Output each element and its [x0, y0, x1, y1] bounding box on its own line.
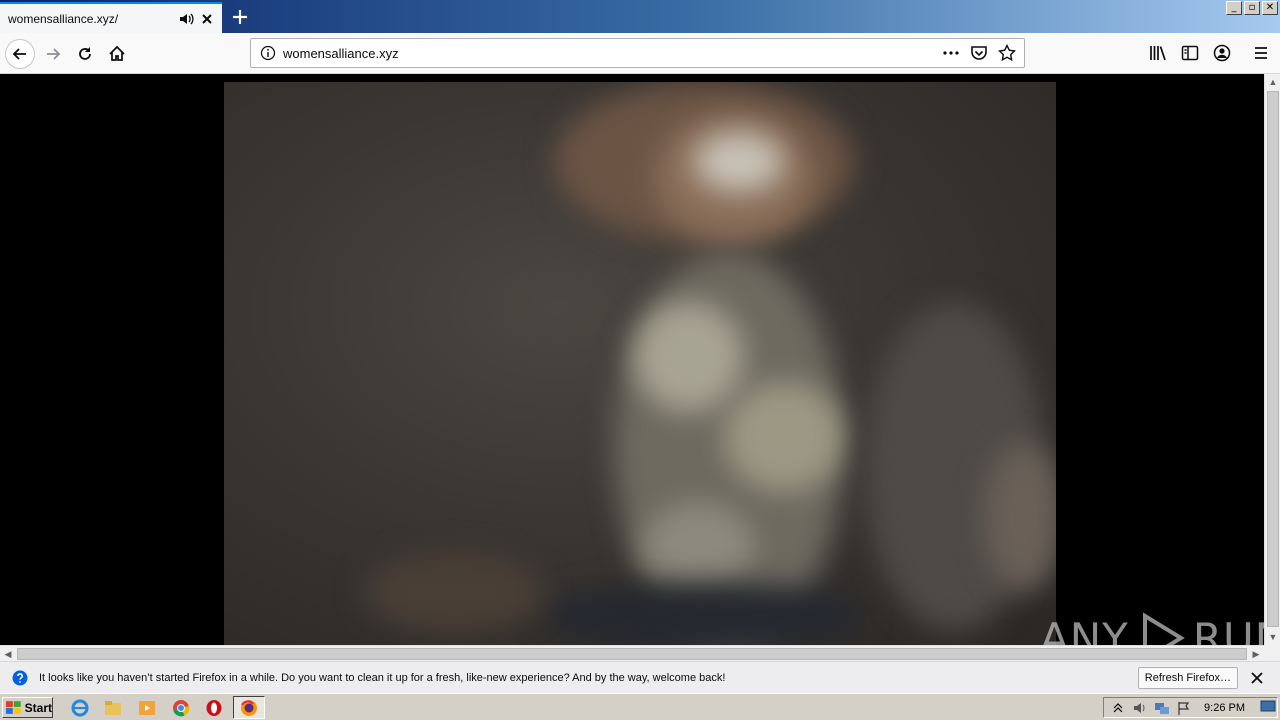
opera-icon[interactable] — [204, 698, 224, 718]
scroll-up-arrow-icon[interactable]: ▲ — [1265, 74, 1280, 90]
notification-bar: It looks like you haven’t started Firefo… — [0, 661, 1280, 693]
close-icon[interactable] — [1250, 671, 1264, 685]
maximize-button[interactable]: ▫ — [1244, 1, 1260, 15]
info-icon[interactable] — [260, 45, 276, 61]
nav-toolbar: womensalliance.xyz — [0, 33, 1280, 74]
reload-button[interactable] — [70, 39, 100, 69]
scroll-left-arrow-icon[interactable]: ◀ — [0, 646, 16, 662]
vertical-scrollbar[interactable]: ▲ ▼ — [1264, 74, 1280, 645]
sidebar-icon[interactable] — [1181, 44, 1199, 62]
media-player-icon[interactable] — [137, 698, 157, 718]
hamburger-menu-icon[interactable] — [1252, 44, 1270, 62]
windows-logo-icon — [6, 700, 21, 714]
url-text[interactable]: womensalliance.xyz — [283, 46, 942, 61]
horizontal-scrollbar[interactable]: ◀ ▶ — [0, 645, 1264, 661]
tab-strip: womensalliance.xyz/ _ ▫ ✕ — [0, 0, 1280, 33]
window-close-button[interactable]: ✕ — [1262, 1, 1278, 15]
audio-icon[interactable] — [178, 11, 194, 27]
horizontal-scroll-thumb[interactable] — [17, 648, 1247, 660]
chrome-icon[interactable] — [171, 698, 191, 718]
bookmark-star-icon[interactable] — [998, 44, 1016, 62]
network-icon[interactable] — [1154, 700, 1170, 716]
back-icon — [12, 48, 26, 60]
vertical-scroll-thumb[interactable] — [1267, 91, 1279, 627]
window-controls: _ ▫ ✕ — [1226, 1, 1278, 15]
scroll-down-arrow-icon[interactable]: ▼ — [1265, 629, 1280, 645]
scroll-right-arrow-icon[interactable]: ▶ — [1248, 646, 1264, 662]
system-tray: 9:26 PM — [1103, 697, 1278, 718]
reload-icon — [79, 47, 91, 60]
tab-active[interactable]: womensalliance.xyz/ — [0, 2, 222, 33]
forward-icon — [47, 48, 61, 60]
firefox-icon — [241, 700, 257, 716]
clock[interactable]: 9:26 PM — [1204, 702, 1245, 714]
back-button[interactable] — [5, 39, 35, 69]
start-button[interactable]: Start — [2, 697, 53, 718]
show-desktop-icon[interactable] — [1260, 700, 1276, 714]
home-icon — [109, 45, 125, 61]
forward-button[interactable] — [38, 39, 68, 69]
url-bar[interactable]: womensalliance.xyz — [250, 38, 1025, 68]
notification-message: It looks like you haven’t started Firefo… — [39, 671, 726, 684]
taskbar: Start 9:26 PM — [0, 693, 1280, 720]
account-icon[interactable] — [1213, 44, 1231, 62]
tab-title: womensalliance.xyz/ — [8, 11, 119, 26]
minimize-button[interactable]: _ — [1226, 1, 1242, 15]
video-frame[interactable] — [224, 82, 1056, 645]
new-tab-icon[interactable] — [230, 7, 250, 27]
question-icon — [12, 670, 28, 685]
close-icon[interactable] — [200, 12, 214, 26]
taskbar-firefox-active[interactable] — [233, 696, 265, 719]
scroll-corner — [1264, 645, 1280, 661]
action-center-flag-icon[interactable] — [1176, 700, 1192, 716]
more-icon[interactable] — [942, 44, 960, 62]
page-content — [0, 74, 1264, 645]
volume-icon[interactable] — [1132, 700, 1148, 716]
start-label: Start — [24, 700, 52, 715]
tray-expand-icon[interactable] — [1112, 701, 1124, 715]
refresh-firefox-button[interactable]: Refresh Firefox… — [1137, 666, 1238, 689]
file-explorer-icon[interactable] — [103, 698, 123, 718]
internet-explorer-icon[interactable] — [70, 698, 90, 718]
home-button[interactable] — [102, 39, 132, 69]
library-icon[interactable] — [1149, 44, 1167, 62]
pocket-icon[interactable] — [970, 44, 988, 62]
page-actions — [942, 44, 1016, 62]
